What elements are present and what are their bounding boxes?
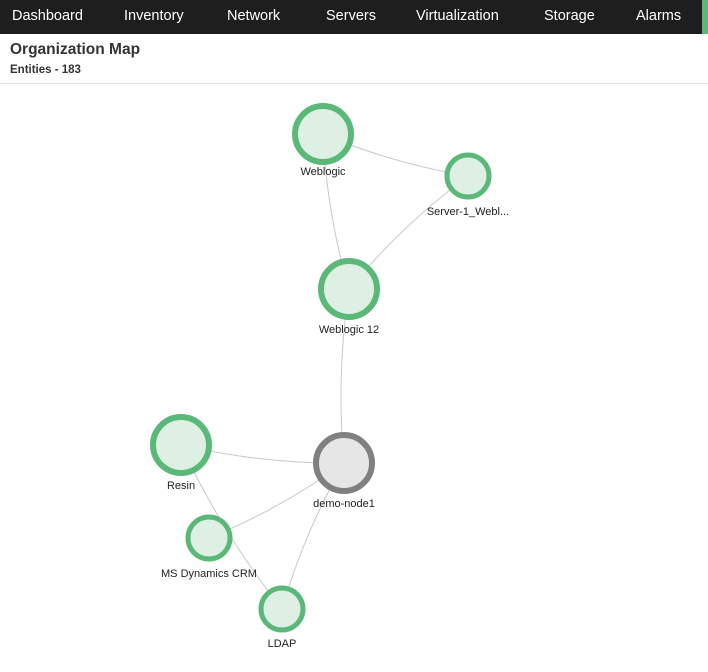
node-circle[interactable] — [318, 258, 380, 320]
nav-accent-bar — [702, 0, 708, 34]
node-label: Weblogic 12 — [319, 324, 379, 336]
nav-virtualization[interactable]: Virtualization — [416, 0, 499, 34]
node-circle[interactable] — [258, 585, 306, 633]
node-circle[interactable] — [150, 414, 212, 476]
nav-alarms[interactable]: Alarms — [636, 0, 681, 34]
nav-dashboard[interactable]: Dashboard — [12, 0, 83, 34]
map-canvas[interactable]: Weblogic Server-1_Webl... Weblogic 12 Resin… — [0, 84, 708, 667]
node-circle[interactable] — [313, 432, 375, 494]
node-weblogic12[interactable]: Weblogic 12 — [318, 258, 380, 336]
node-msdynamics[interactable]: MS Dynamics CRM — [161, 514, 257, 580]
node-circle[interactable] — [444, 152, 492, 200]
node-label: Resin — [167, 480, 195, 492]
page-header: Organization Map Entities - 183 — [0, 34, 708, 84]
node-label: MS Dynamics CRM — [161, 568, 257, 580]
node-circle[interactable] — [185, 514, 233, 562]
nav-network[interactable]: Network — [227, 0, 280, 34]
nav-servers[interactable]: Servers — [326, 0, 376, 34]
nav-inventory[interactable]: Inventory — [124, 0, 184, 34]
node-label: demo-node1 — [313, 498, 375, 510]
node-server1[interactable]: Server-1_Webl... — [427, 152, 509, 218]
organization-map[interactable]: Weblogic Server-1_Webl... Weblogic 12 Resin… — [0, 84, 708, 667]
nodes-layer: Weblogic Server-1_Webl... Weblogic 12 Resin… — [150, 103, 509, 650]
node-label: Server-1_Webl... — [427, 206, 509, 218]
node-resin[interactable]: Resin — [150, 414, 212, 492]
node-ldap[interactable]: LDAP — [258, 585, 306, 650]
node-label: LDAP — [268, 638, 297, 650]
page-title: Organization Map — [10, 41, 141, 58]
top-navigation-bar: Dashboard Inventory Network Servers Virt… — [0, 0, 708, 34]
nav-storage[interactable]: Storage — [544, 0, 595, 34]
node-circle[interactable] — [292, 103, 354, 165]
node-label: Weblogic — [300, 166, 346, 178]
entities-count: Entities - 183 — [10, 64, 81, 76]
node-weblogic[interactable]: Weblogic — [292, 103, 354, 178]
node-demonode1[interactable]: demo-node1 — [313, 432, 375, 510]
